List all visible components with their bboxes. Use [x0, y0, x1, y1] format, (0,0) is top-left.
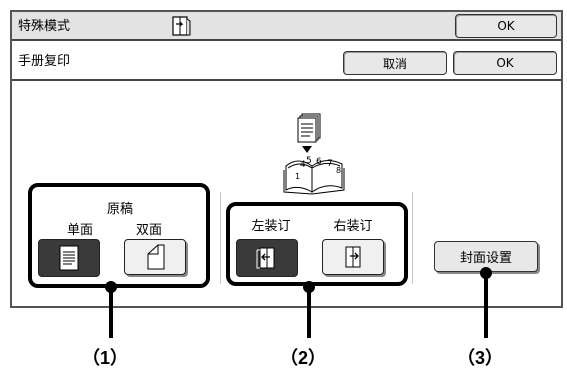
subheader-title: 手册复印 [18, 54, 71, 69]
callout-label-1: （1） [82, 348, 129, 368]
callout-line-1 [109, 286, 113, 338]
two-sided-label: 双面 [135, 223, 162, 238]
cancel-button[interactable]: 取消 [343, 51, 447, 75]
one-sided-label: 单面 [66, 223, 93, 238]
subheader-ok-button[interactable]: OK [453, 51, 557, 75]
two-sided-page-icon [147, 244, 165, 270]
original-title: 原稿 [106, 202, 133, 217]
illustration-page-4: 4 [300, 160, 306, 170]
callout-line-3 [484, 272, 488, 338]
right-binding-button[interactable] [322, 239, 384, 275]
one-sided-button[interactable] [38, 239, 100, 277]
booklet-illustration-icon [272, 110, 362, 196]
callout-line-2 [307, 286, 311, 338]
header-ok-button[interactable]: OK [455, 14, 557, 38]
illustration-page-8: 8 [336, 166, 342, 175]
callout-label-2: （2） [280, 348, 327, 368]
one-sided-page-icon [59, 245, 79, 271]
left-binding-label: 左装订 [251, 219, 291, 234]
divider [412, 192, 413, 284]
left-binding-button[interactable] [236, 239, 298, 277]
right-binding-label: 右装订 [333, 219, 373, 234]
left-binding-icon [256, 247, 275, 269]
illustration-page-6: 6 [316, 157, 322, 167]
header-title: 特殊模式 [18, 19, 71, 34]
booklet-icon [170, 15, 192, 37]
right-binding-icon [345, 246, 361, 268]
illustration-page-1: 1 [295, 172, 301, 181]
illustration-page-7: 7 [327, 159, 333, 169]
two-sided-button[interactable] [124, 239, 186, 275]
illustration-page-5: 5 [306, 156, 312, 166]
divider [220, 192, 221, 284]
callout-label-3: （3） [457, 348, 504, 368]
